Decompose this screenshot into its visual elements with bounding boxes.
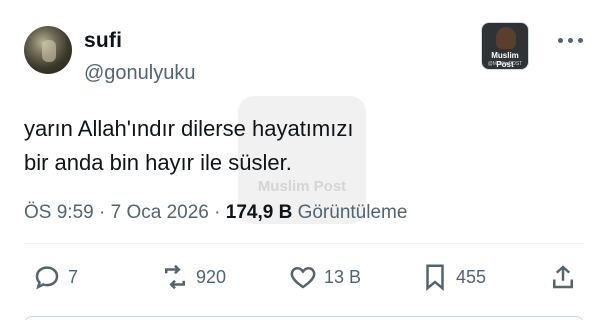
repost-count: 920 <box>196 266 227 287</box>
tweet-meta: ÖS 9:59 · 7 Oca 2026 · 174,9 B Görüntüle… <box>24 202 407 224</box>
share-icon <box>553 265 573 289</box>
like-button[interactable]: 13 B <box>288 262 361 292</box>
meta-separator: · <box>99 202 106 223</box>
divider <box>24 243 584 244</box>
tweet-text: yarın Allah'ındır dilerse hayatımızı bir… <box>24 116 354 175</box>
watermark-text: Muslim Post <box>257 178 347 195</box>
meta-separator-2: · <box>214 202 221 223</box>
author-display-name[interactable]: sufi <box>84 29 122 53</box>
repost-icon <box>165 264 185 290</box>
like-count: 13 B <box>324 266 362 287</box>
reply-button[interactable]: 7 <box>32 262 78 292</box>
views-label: Görüntüleme <box>297 202 408 223</box>
bookmark-icon <box>426 264 444 291</box>
badge-subtitle: @MuslimPOST <box>487 61 523 67</box>
bookmark-button[interactable]: 455 <box>420 262 486 292</box>
author-handle[interactable]: @gonulyuku <box>84 62 195 85</box>
reply-icon <box>35 266 59 290</box>
author-avatar[interactable] <box>24 26 72 74</box>
share-button[interactable] <box>548 262 578 292</box>
reply-count: 7 <box>68 266 79 287</box>
tweet-date[interactable]: 7 Oca 2026 <box>111 202 209 223</box>
next-card-edge <box>24 316 584 320</box>
tweet-time[interactable]: ÖS 9:59 <box>24 202 94 223</box>
repost-button[interactable]: 920 <box>160 262 226 292</box>
views-count: 174,9 B <box>225 202 293 223</box>
bookmark-count: 455 <box>456 266 487 287</box>
heart-icon <box>290 266 316 289</box>
more-options-icon[interactable] <box>558 30 584 50</box>
badge-face-image <box>496 27 516 49</box>
muslim-post-badge[interactable]: Muslim Post @MuslimPOST <box>481 22 529 70</box>
